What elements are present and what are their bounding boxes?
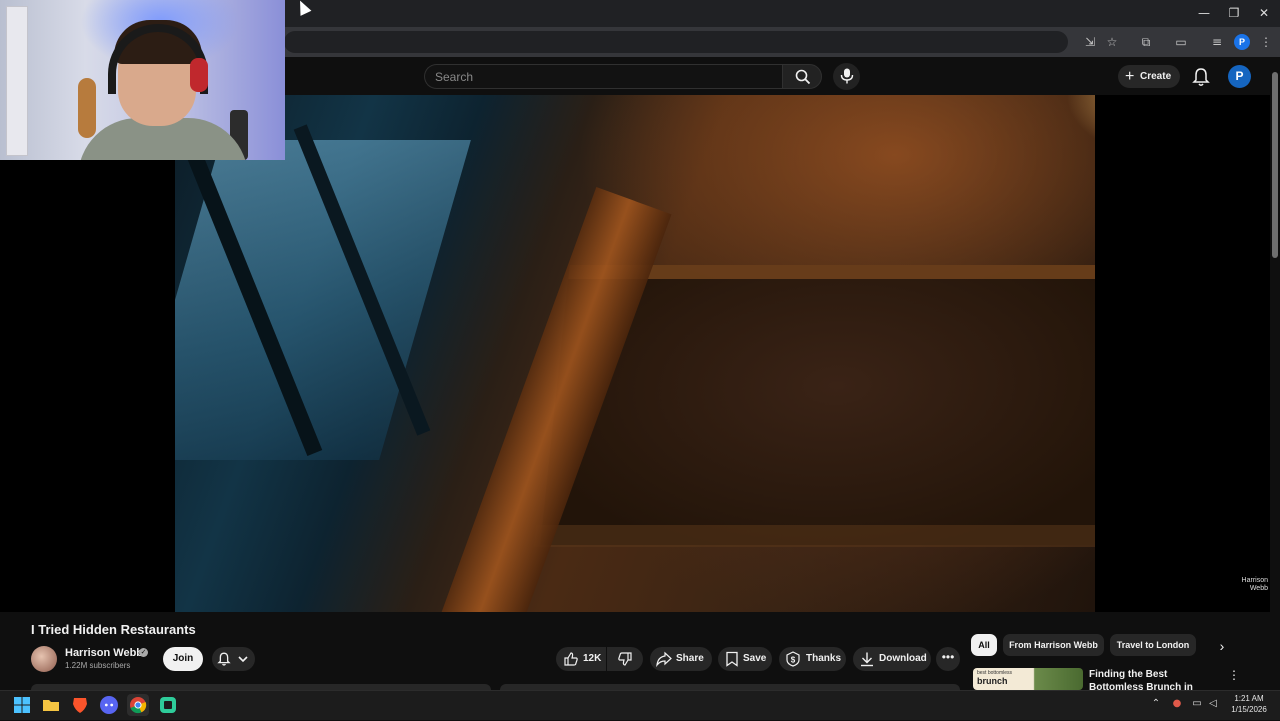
bell-icon: [217, 652, 231, 666]
clock-time: 1:21 AM: [1234, 694, 1264, 703]
save-label: Save: [743, 653, 767, 664]
minimize-icon[interactable]: —: [1190, 4, 1218, 22]
cast-icon[interactable]: ▭: [1170, 31, 1192, 53]
thumbnail-text: best bottomless brunch: [977, 670, 1032, 686]
chrome-icon[interactable]: [127, 694, 149, 716]
channel-name[interactable]: Harrison Webb: [65, 647, 143, 659]
video-title: I Tried Hidden Restaurants: [31, 622, 196, 637]
super-thanks-icon: $: [786, 651, 800, 667]
microphone-icon: [840, 68, 854, 84]
video-scene-table-edge: [533, 525, 1095, 547]
media-controls-icon[interactable]: ≡: [1206, 31, 1228, 53]
search-input[interactable]: [435, 68, 765, 86]
browser-profile-icon[interactable]: P: [1234, 34, 1250, 50]
webcam-door: [6, 6, 28, 156]
discord-icon[interactable]: [98, 694, 120, 716]
network-icon[interactable]: ▭: [1190, 697, 1204, 711]
chevron-right-icon[interactable]: ›: [1212, 636, 1232, 656]
webcam-overlay: [0, 0, 285, 160]
windows-start-icon[interactable]: [11, 694, 33, 716]
voice-search-button[interactable]: [833, 63, 860, 90]
webcam-guitar: [78, 78, 96, 138]
chip-all[interactable]: All: [971, 634, 997, 656]
thanks-button[interactable]: $ Thanks: [779, 647, 846, 671]
windows-logo-icon: [14, 697, 30, 713]
green-app-icon: [160, 697, 176, 713]
restore-icon[interactable]: ❐: [1220, 4, 1248, 22]
install-app-icon[interactable]: ⇲: [1079, 31, 1101, 53]
subscription-notifications-button[interactable]: [212, 647, 255, 671]
search-box: [424, 64, 782, 89]
bookmark-star-icon[interactable]: ☆: [1101, 31, 1123, 53]
search-icon: [795, 69, 811, 85]
search-button[interactable]: [782, 64, 822, 89]
download-button[interactable]: Download: [853, 647, 931, 671]
chip-travel-to-london[interactable]: Travel to London: [1110, 634, 1196, 656]
bell-icon: [1192, 68, 1210, 86]
video-frame[interactable]: [175, 95, 1095, 612]
share-button[interactable]: Share: [650, 647, 712, 671]
dislike-button[interactable]: [607, 647, 643, 671]
address-bar[interactable]: [284, 31, 1068, 53]
create-label: Create: [1140, 71, 1172, 82]
app-icon[interactable]: [157, 694, 179, 716]
watermark-line: Webb: [1249, 585, 1268, 592]
folder-icon: [43, 700, 59, 711]
extensions-icon[interactable]: ⧉: [1135, 31, 1157, 53]
file-explorer-icon[interactable]: [40, 694, 62, 716]
clock-date: 1/15/2026: [1231, 705, 1267, 714]
thumbs-up-icon: [564, 652, 578, 666]
thanks-label: Thanks: [806, 653, 842, 664]
volume-icon[interactable]: ◁: [1206, 697, 1220, 711]
chrome-logo-icon: [130, 697, 147, 714]
chevron-up-icon[interactable]: ⌃: [1149, 697, 1163, 711]
download-label: Download: [879, 653, 927, 664]
watermark-line: Harrison: [1241, 577, 1268, 584]
headphone-earcup: [190, 58, 208, 92]
recommendation-title[interactable]: Finding the Best Bottomless Brunch in Lo…: [1089, 668, 1219, 690]
account-avatar[interactable]: P: [1228, 65, 1251, 88]
recommendation-thumbnail[interactable]: best bottomless brunch: [973, 668, 1083, 690]
save-button[interactable]: Save: [718, 647, 772, 671]
create-button[interactable]: + Create: [1118, 65, 1180, 88]
close-icon[interactable]: ✕: [1250, 4, 1278, 22]
join-button[interactable]: Join: [163, 647, 203, 671]
like-count: 12K: [583, 653, 602, 664]
system-clock[interactable]: 1:21 AM 1/15/2026: [1224, 693, 1274, 715]
browser-menu-icon[interactable]: ⋮: [1255, 31, 1277, 53]
verified-check-icon: ✓: [139, 648, 148, 657]
windows-taskbar: [0, 690, 1280, 720]
chip-from-channel[interactable]: From Harrison Webb: [1003, 634, 1104, 656]
thumbs-down-icon: [618, 652, 632, 666]
notifications-button[interactable]: [1190, 66, 1212, 88]
kebab-menu-icon[interactable]: ⋮: [1228, 668, 1240, 684]
subscriber-count: 1.22M subscribers: [65, 661, 131, 670]
download-icon: [861, 652, 873, 667]
svg-text:$: $: [791, 656, 796, 665]
channel-avatar[interactable]: [31, 646, 57, 672]
bookmark-icon: [726, 651, 738, 667]
plus-icon: +: [1125, 68, 1135, 85]
share-label: Share: [676, 653, 704, 664]
chevron-down-icon: [238, 656, 248, 663]
video-watermark: Harrison Webb: [1228, 577, 1268, 593]
scrollbar-thumb[interactable]: [1272, 72, 1278, 258]
discord-logo-icon: [100, 696, 118, 714]
thumbnail-big-text: brunch: [977, 676, 1008, 686]
lion-shield-icon: [73, 698, 87, 713]
more-actions-button[interactable]: •••: [936, 647, 960, 671]
brave-browser-icon[interactable]: [69, 694, 91, 716]
microphone-icon[interactable]: ●: [1170, 697, 1184, 711]
like-button[interactable]: 12K: [556, 647, 606, 671]
share-icon: [656, 651, 672, 667]
